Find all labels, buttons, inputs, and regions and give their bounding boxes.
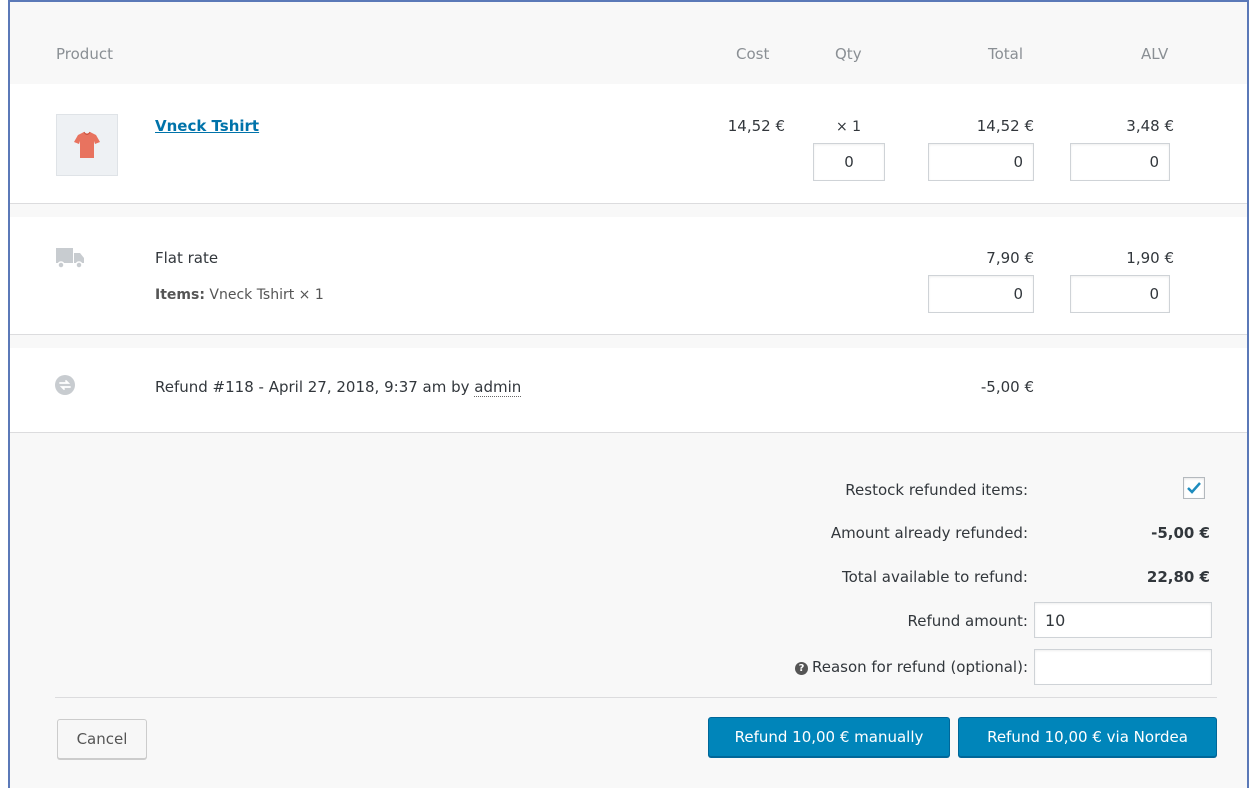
column-tax: ALV bbox=[1141, 45, 1169, 63]
column-product: Product bbox=[56, 45, 113, 63]
refund-amount-label: Refund amount: bbox=[907, 612, 1029, 630]
refund-reason-input[interactable] bbox=[1034, 649, 1212, 685]
refund-manually-button[interactable]: Refund 10,00 € manually bbox=[708, 717, 950, 757]
cancel-button[interactable]: Cancel bbox=[57, 719, 147, 759]
shipping-items-label: Items: bbox=[155, 287, 205, 303]
truck-icon bbox=[56, 245, 86, 275]
column-total: Total bbox=[988, 45, 1024, 63]
shipping-items: Items: Vneck Tshirt × 1 bbox=[155, 287, 324, 303]
refund-text: Refund #118 - April 27, 2018, 9:37 am by bbox=[155, 378, 475, 396]
items-table-header: Product Cost Qty Total ALV bbox=[10, 2, 1247, 84]
refund-amount-input[interactable] bbox=[1034, 602, 1212, 638]
refund-author-link[interactable]: admin bbox=[474, 378, 522, 397]
restock-label: Restock refunded items: bbox=[845, 481, 1028, 499]
column-qty: Qty bbox=[835, 45, 862, 63]
refund-shipping-total-input[interactable] bbox=[928, 275, 1034, 313]
row-gap bbox=[10, 336, 1247, 348]
refund-amount: -5,00 € bbox=[980, 378, 1034, 396]
tshirt-thumbnail bbox=[56, 114, 118, 176]
refund-line-total-input[interactable] bbox=[928, 143, 1034, 181]
refund-description: Refund #118 - April 27, 2018, 9:37 am by… bbox=[155, 378, 522, 397]
refund-line-tax-input[interactable] bbox=[1070, 143, 1170, 181]
refund-qty-input[interactable] bbox=[813, 143, 885, 181]
restock-checkbox[interactable] bbox=[1183, 477, 1205, 499]
available-to-refund-value: 22,80 € bbox=[1146, 568, 1210, 586]
item-qty: × 1 bbox=[836, 119, 862, 135]
item-cost: 14,52 € bbox=[727, 117, 785, 135]
help-icon[interactable]: ? bbox=[794, 662, 808, 675]
item-total: 14,52 € bbox=[976, 117, 1034, 135]
shipping-row: Flat rate Items: Vneck Tshirt × 1 7,90 €… bbox=[10, 217, 1247, 335]
item-tax: 3,48 € bbox=[1126, 117, 1174, 135]
order-items-panel: Product Cost Qty Total ALV Vneck Tshirt … bbox=[8, 0, 1249, 788]
shipping-total: 7,90 € bbox=[986, 249, 1034, 267]
existing-refund-row: Refund #118 - April 27, 2018, 9:37 am by… bbox=[10, 348, 1247, 433]
line-item-row: Vneck Tshirt 14,52 € × 1 14,52 € 3,48 € bbox=[10, 84, 1247, 204]
row-gap bbox=[10, 205, 1247, 217]
shipping-items-value: Vneck Tshirt × 1 bbox=[209, 287, 324, 303]
refund-via-gateway-button[interactable]: Refund 10,00 € via Nordea bbox=[958, 717, 1217, 757]
column-cost: Cost bbox=[736, 45, 770, 63]
refund-icon bbox=[54, 374, 76, 400]
already-refunded-label: Amount already refunded: bbox=[830, 524, 1028, 542]
available-to-refund-label: Total available to refund: bbox=[841, 568, 1028, 586]
refund-shipping-tax-input[interactable] bbox=[1070, 275, 1170, 313]
shipping-method-name: Flat rate bbox=[155, 249, 219, 267]
form-divider bbox=[55, 697, 1217, 698]
reason-label: Reason for refund (optional): bbox=[811, 658, 1028, 676]
shipping-tax: 1,90 € bbox=[1126, 249, 1174, 267]
product-link[interactable]: Vneck Tshirt bbox=[155, 117, 259, 135]
reason-label-wrap: ? Reason for refund (optional): bbox=[794, 658, 1028, 676]
already-refunded-value: -5,00 € bbox=[1151, 524, 1210, 542]
